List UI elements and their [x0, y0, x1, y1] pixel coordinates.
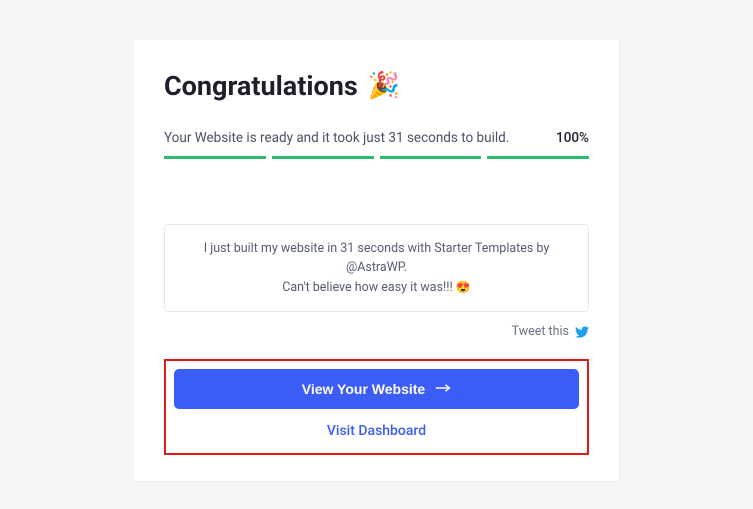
tweet-line2: Can't believe how easy it was!!! [282, 280, 453, 295]
progress-bar [164, 156, 589, 159]
visit-dashboard-link[interactable]: Visit Dashboard [174, 409, 579, 447]
status-message: Your Website is ready and it took just 3… [164, 130, 509, 146]
heart-eyes-icon: 😍 [456, 280, 471, 294]
view-website-label: View Your Website [302, 381, 425, 397]
action-highlight-block: View Your Website Visit Dashboard [164, 359, 589, 455]
progress-segment [380, 156, 482, 159]
view-website-button[interactable]: View Your Website [174, 369, 579, 409]
progress-segment [164, 156, 266, 159]
heading-row: Congratulations 🎉 [164, 70, 589, 102]
progress-segment [272, 156, 374, 159]
tweet-this-link[interactable]: Tweet this [512, 324, 589, 339]
arrow-right-icon [435, 381, 451, 397]
congratulations-card: Congratulations 🎉 Your Website is ready … [134, 40, 619, 481]
page-title: Congratulations [164, 70, 358, 102]
progress-segment [487, 156, 589, 159]
twitter-icon [575, 324, 589, 339]
status-row: Your Website is ready and it took just 3… [164, 130, 589, 146]
party-popper-icon: 🎉 [368, 73, 400, 99]
tweet-link-label: Tweet this [512, 324, 569, 339]
tweet-text-box: I just built my website in 31 seconds wi… [164, 224, 589, 312]
progress-percent: 100% [556, 130, 589, 146]
tweet-line1: I just built my website in 31 seconds wi… [204, 241, 550, 275]
tweet-link-row: Tweet this [164, 320, 589, 339]
